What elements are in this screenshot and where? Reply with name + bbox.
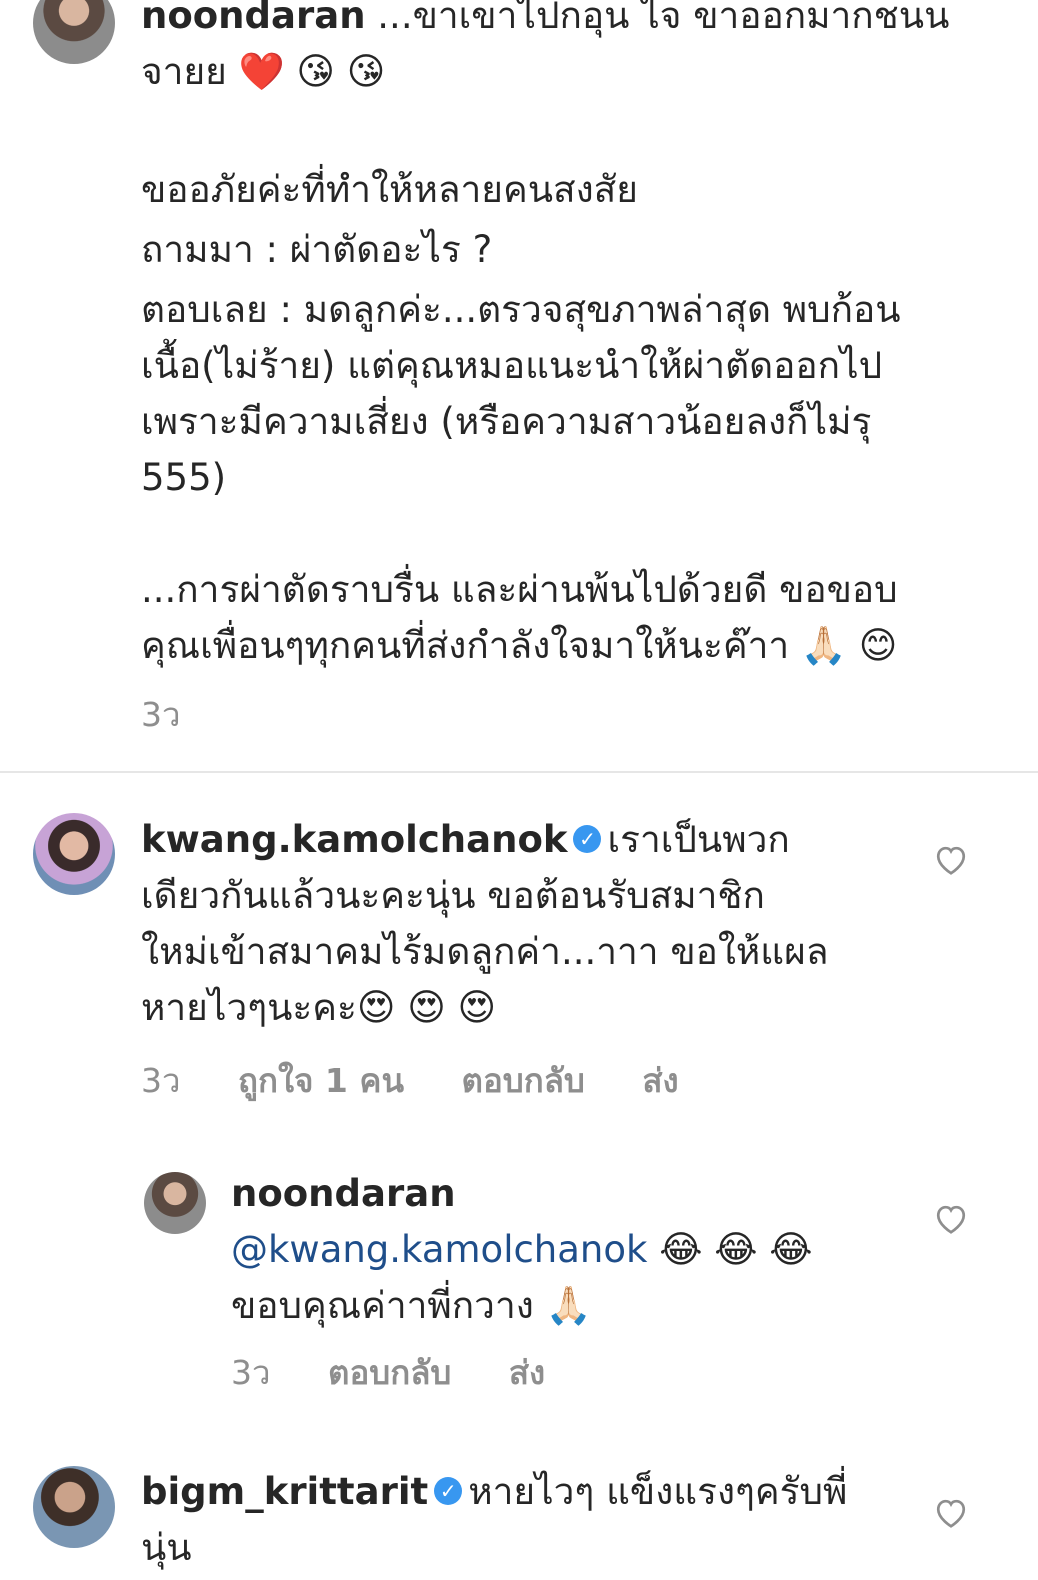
comment-username[interactable]: kwang.kamolchanok bbox=[141, 818, 567, 861]
comment-line: bigm_krittarit ✓ หายไวๆ แข็งแรงๆครับพี่ bbox=[141, 1464, 847, 1520]
comment-line: จายย ❤️ 😘 😘 bbox=[141, 50, 386, 93]
comment-meta: 3ว ตอบกลับ ส่ง bbox=[231, 1346, 591, 1399]
avatar[interactable] bbox=[33, 813, 115, 895]
avatar[interactable] bbox=[33, 1466, 115, 1548]
divider bbox=[0, 771, 1038, 773]
send-button[interactable]: ส่ง bbox=[509, 1353, 545, 1392]
comment-line: ขอบคุณค่าาพี่กวาง 🙏🏻 bbox=[231, 1284, 592, 1327]
comment-line: kwang.kamolchanok ✓ เราเป็นพวก bbox=[141, 812, 829, 868]
verified-badge-icon: ✓ bbox=[573, 824, 602, 853]
reply-button[interactable]: ตอบกลับ bbox=[462, 1061, 585, 1100]
comment-username[interactable]: noondaran bbox=[231, 1172, 456, 1215]
comment-text: หายไวๆ แข็งแรงๆครับพี่ bbox=[468, 1470, 848, 1513]
comment-line bbox=[141, 100, 949, 160]
likes-count[interactable]: ถูกใจ 1 คน bbox=[238, 1061, 404, 1100]
comment-line: คุณเพื่อนๆทุกคนที่ส่งกำลังใจมาให้นะค๊าา … bbox=[141, 624, 898, 667]
comment-meta: 3ว ถูกใจ 1 คน ตอบกลับ ส่ง bbox=[141, 1054, 725, 1107]
mention-link[interactable]: @kwang.kamolchanok bbox=[231, 1228, 647, 1271]
heart-outline-icon[interactable] bbox=[933, 1495, 969, 1529]
comment-noondaran: noondaran ...ขาเขาไปกอุน ไจ ขาออกมากชนน … bbox=[141, 0, 949, 674]
avatar[interactable] bbox=[144, 1172, 206, 1234]
send-button[interactable]: ส่ง bbox=[642, 1061, 678, 1100]
comment-line: noondaran ...ขาเขาไปกอุน ไจ ขาออกมากชนน bbox=[141, 0, 949, 44]
comment-line bbox=[141, 506, 949, 562]
comment-line: เพราะมีความเสี่ยง (หรือความสาวน้อยลงก็ไม… bbox=[141, 400, 872, 443]
comment-time: 3ว bbox=[231, 1353, 271, 1392]
comment-text: ...ขาเขาไปกอุน ไจ ขาออกมากชนน bbox=[377, 0, 950, 37]
comment-bigm: bigm_krittarit ✓ หายไวๆ แข็งแรงๆครับพี่ นุ… bbox=[141, 1464, 847, 1576]
comment-line: ขออภัยค่ะที่ทำให้หลายคนสงสัย bbox=[141, 168, 638, 211]
comment-line: 555) bbox=[141, 456, 227, 499]
comment-line: ...การผ่าตัดราบรื่น และผ่านพ้นไปด้วยดี ข… bbox=[141, 568, 898, 611]
comment-username[interactable]: bigm_krittarit bbox=[141, 1470, 428, 1513]
comment-meta: 3ว bbox=[141, 688, 227, 741]
comment-line: ถามมา : ผ่าตัดอะไร ? bbox=[141, 228, 493, 271]
comment-line: เดียวกันแล้วนะคะนุ่น ขอต้อนรับสมาชิก bbox=[141, 874, 765, 917]
comment-line: noondaran bbox=[231, 1166, 812, 1222]
comment-line: ใหม่เข้าสมาคมไร้มดลูกค่า...าาา ขอให้แผล bbox=[141, 930, 829, 973]
comment-text: เราเป็นพวก bbox=[607, 818, 790, 861]
comment-username[interactable]: noondaran bbox=[141, 0, 366, 37]
comment-text: 😂 😂 😂 bbox=[647, 1228, 813, 1271]
comment-time: 3ว bbox=[141, 1061, 181, 1100]
reply-noondaran: noondaran @kwang.kamolchanok 😂 😂 😂 ขอบคุ… bbox=[231, 1166, 812, 1334]
heart-outline-icon[interactable] bbox=[933, 1201, 969, 1235]
comment-line: เนื้อ(ไม่ร้าย) แต่คุณหมอแนะนำให้ผ่าตัดออ… bbox=[141, 344, 883, 387]
comment-line: นุ่น bbox=[141, 1526, 192, 1569]
comment-line: ตอบเลย : มดลูกค่ะ...ตรวจสุขภาพล่าสุด พบก… bbox=[141, 288, 901, 331]
avatar[interactable] bbox=[33, 0, 115, 64]
heart-outline-icon[interactable] bbox=[933, 842, 969, 876]
verified-badge-icon: ✓ bbox=[434, 1476, 463, 1505]
comment-time: 3ว bbox=[141, 695, 181, 734]
comment-kwang: kwang.kamolchanok ✓ เราเป็นพวก เดียวกันแล้… bbox=[141, 812, 829, 1036]
reply-button[interactable]: ตอบกลับ bbox=[328, 1353, 451, 1392]
comment-line: @kwang.kamolchanok 😂 😂 😂 bbox=[231, 1222, 812, 1278]
comment-line: หายไวๆนะคะ😍 😍 😍 bbox=[141, 986, 497, 1029]
